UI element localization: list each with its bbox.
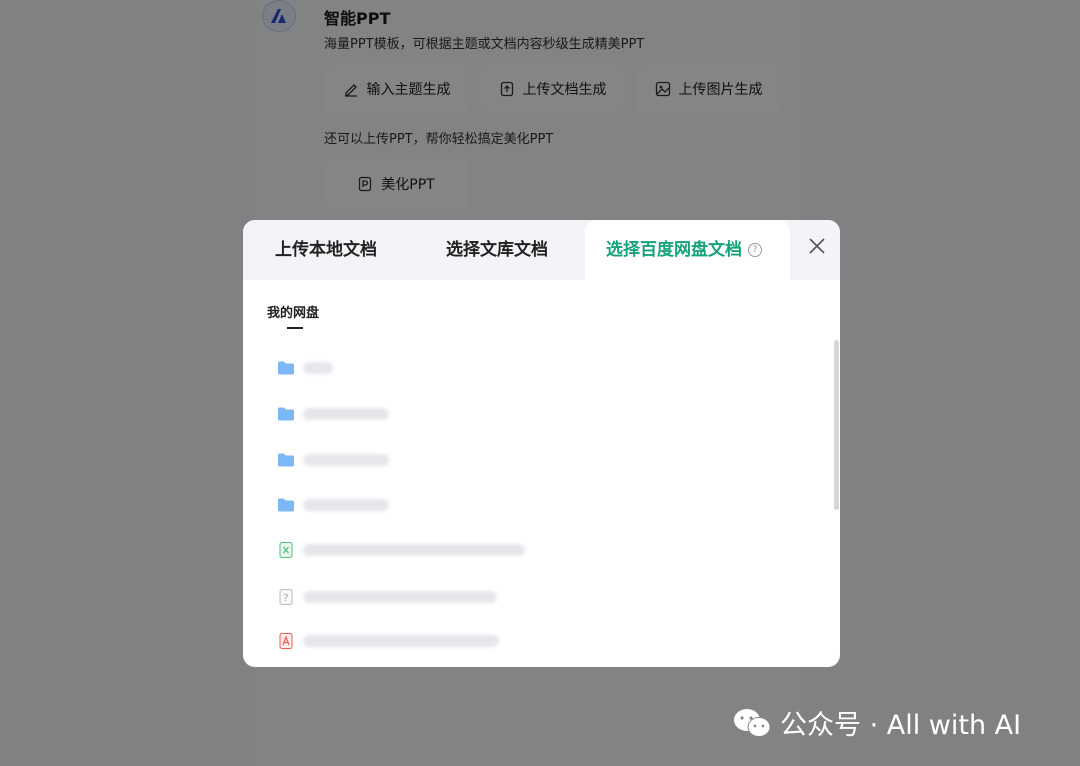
folder-icon <box>277 360 295 376</box>
file-name-redacted <box>303 362 333 374</box>
pdf-file-icon <box>277 633 295 649</box>
tab-select-baidu-netdisk-label: 选择百度网盘文档 <box>606 240 742 260</box>
wechat-icon <box>732 707 772 739</box>
folder-icon <box>277 452 295 468</box>
close-icon[interactable] <box>806 235 828 257</box>
file-name-redacted <box>303 408 389 420</box>
modal-tabbar: 上传本地文档 选择文库文档 选择百度网盘文档? <box>243 220 840 280</box>
select-document-modal: 上传本地文档 选择文库文档 选择百度网盘文档? 我的网盘 ? <box>243 220 840 667</box>
watermark: 公众号 · All with AI <box>732 703 1021 742</box>
tab-upload-local[interactable]: 上传本地文档 <box>275 220 377 280</box>
file-name-redacted <box>303 635 499 647</box>
list-item[interactable] <box>277 495 389 515</box>
tab-upload-local-label: 上传本地文档 <box>275 240 377 260</box>
tab-select-library[interactable]: 选择文库文档 <box>446 220 548 280</box>
folder-icon <box>277 497 295 513</box>
list-scrollbar[interactable] <box>834 340 839 510</box>
list-item[interactable] <box>277 540 525 560</box>
list-item[interactable] <box>277 631 499 651</box>
svg-text:?: ? <box>283 593 288 604</box>
list-item[interactable] <box>277 404 389 424</box>
list-item[interactable]: ? <box>277 587 497 607</box>
file-name-redacted <box>303 499 389 511</box>
file-name-redacted <box>303 544 525 556</box>
help-icon[interactable]: ? <box>748 243 762 257</box>
unknown-file-icon: ? <box>277 589 295 605</box>
folder-icon <box>277 406 295 422</box>
my-netdisk-heading[interactable]: 我的网盘 <box>267 302 319 321</box>
tab-select-library-label: 选择文库文档 <box>446 240 548 260</box>
excel-file-icon <box>277 542 295 558</box>
list-item[interactable] <box>277 450 389 470</box>
tab-select-baidu-netdisk[interactable]: 选择百度网盘文档? <box>585 220 790 280</box>
watermark-text: 公众号 · All with AI <box>780 710 1022 741</box>
file-name-redacted <box>303 454 389 466</box>
section-underline <box>287 327 303 329</box>
list-item[interactable] <box>277 358 333 378</box>
file-name-redacted <box>303 591 497 603</box>
